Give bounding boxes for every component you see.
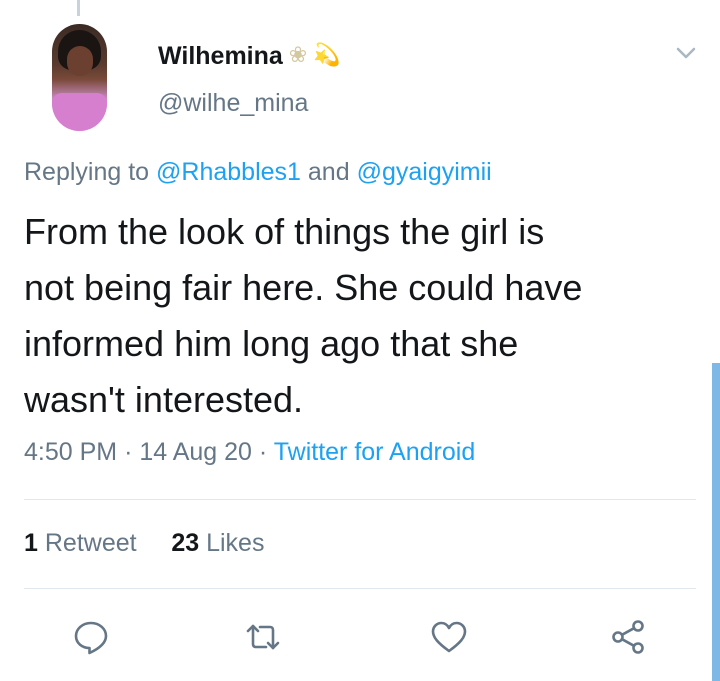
dizzy-star-emoji-icon: 💫 (313, 43, 341, 68)
divider (24, 499, 696, 500)
tweet-text: From the look of things the girl is not … (24, 211, 583, 420)
action-bar (0, 612, 720, 660)
heart-icon[interactable] (428, 616, 470, 658)
engagement-stats: 1 Retweet 23 Likes (24, 529, 264, 558)
reply-mention-link[interactable]: @Rhabbles1 (156, 158, 301, 186)
tweet-metadata: 4:50 PM · 14 Aug 20 · Twitter for Androi… (24, 438, 475, 467)
replying-joiner: and (307, 158, 350, 186)
flower-emoji-icon: ❀ (288, 43, 308, 68)
author-display-name[interactable]: Wilhemina (158, 42, 283, 71)
meta-separator: · (258, 438, 268, 466)
author-name-row[interactable]: Wilhemina ❀ 💫 (158, 38, 341, 74)
chevron-down-icon[interactable] (673, 40, 699, 66)
meta-separator: · (124, 438, 133, 466)
avatar-clothing (52, 93, 107, 131)
replying-prefix: Replying to (24, 158, 150, 186)
reply-mention-link[interactable]: @gyaigyimii (357, 158, 492, 186)
avatar-face (67, 46, 93, 76)
tweet-date: 14 Aug 20 (139, 438, 252, 466)
retweet-count: 1 (24, 529, 38, 557)
author-handle[interactable]: @wilhe_mina (158, 89, 308, 118)
tweet-source-link[interactable]: Twitter for Android (274, 438, 475, 466)
retweet-count-link[interactable]: 1 Retweet (24, 529, 144, 557)
like-count: 23 (171, 529, 200, 557)
divider (24, 588, 696, 589)
tweet-detail-view: Wilhemina ❀ 💫 @wilhe_mina Replying to @R… (0, 0, 720, 681)
tweet-time: 4:50 PM (24, 438, 118, 466)
share-icon[interactable] (607, 616, 649, 658)
reply-icon[interactable] (70, 616, 112, 658)
avatar[interactable] (52, 24, 107, 131)
thread-connector-line (77, 0, 80, 16)
retweet-count-label: Retweet (44, 529, 137, 557)
replying-to-line: Replying to @Rhabbles1 and @gyaigyimii (24, 158, 492, 187)
scrollbar[interactable] (712, 363, 720, 681)
retweet-icon[interactable] (242, 616, 284, 658)
like-count-label: Likes (206, 529, 265, 557)
like-count-link[interactable]: 23 Likes (171, 529, 264, 557)
